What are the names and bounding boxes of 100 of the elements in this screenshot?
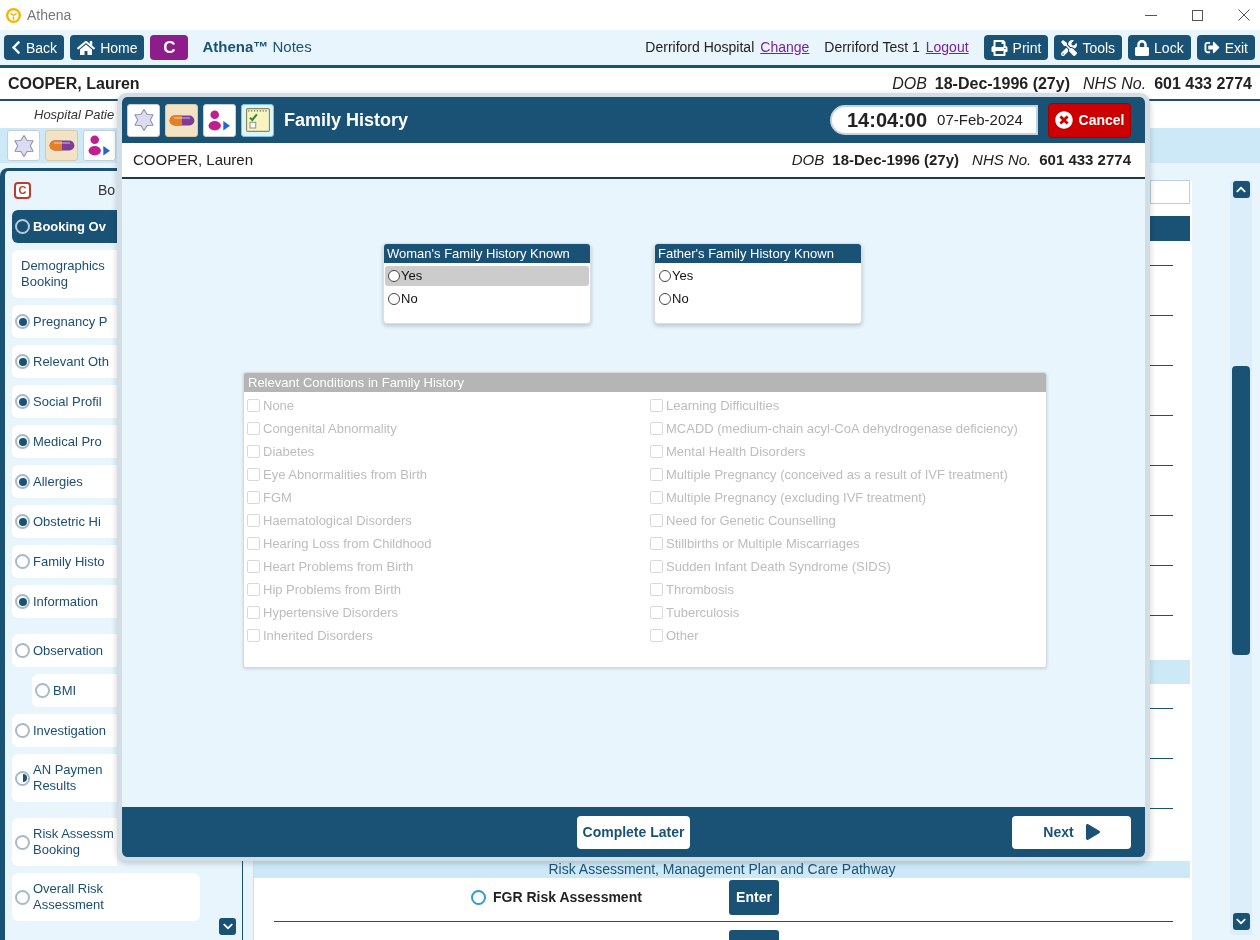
print-button[interactable]: Print <box>983 35 1049 60</box>
empty-radio-icon <box>35 683 50 698</box>
subheader-text: Hospital Patie <box>34 105 115 124</box>
radio-option[interactable]: No <box>656 289 860 309</box>
radio-option[interactable]: Yes <box>656 266 860 286</box>
sidebar-item[interactable]: Risk Assessm Booking <box>12 818 117 866</box>
dob-value: 18-Dec-1996 (27y) <box>832 151 960 169</box>
sidebar-item[interactable]: Medical Pro <box>12 425 117 458</box>
play-icon <box>1085 824 1100 840</box>
sidebar-item[interactable]: Social Profil <box>12 385 117 418</box>
notepad-button[interactable] <box>241 103 274 137</box>
home-icon <box>77 39 96 56</box>
sidebar-item[interactable]: BMI <box>32 674 117 707</box>
empty-radio-icon <box>15 554 30 569</box>
window-title: Athena <box>27 5 72 25</box>
logout-link[interactable]: Logout <box>925 37 969 58</box>
nhs-number: 601 433 2774 <box>1154 74 1252 93</box>
scrollbar-thumb[interactable] <box>1232 366 1250 655</box>
minimize-icon[interactable] <box>1145 14 1157 16</box>
dob-value: 18-Dec-1996 (27y) <box>934 74 1070 93</box>
person-button[interactable] <box>203 103 236 137</box>
close-icon[interactable] <box>1238 9 1250 21</box>
section-header-bar: Risk Assessment, Management Plan and Care Pathway <box>254 861 1190 878</box>
sidebar-item[interactable]: Family Histo <box>12 545 117 578</box>
maximize-icon[interactable] <box>1192 9 1203 21</box>
filled-radio-icon <box>15 474 30 489</box>
nhs-label: NHS No. <box>972 151 1032 169</box>
chevron-left-icon <box>11 40 21 55</box>
sidebar-item[interactable]: Observation <box>12 634 117 667</box>
person-button[interactable] <box>83 130 116 161</box>
radio-option[interactable]: Yes <box>385 266 589 286</box>
sidebar-item[interactable]: Booking Ov <box>12 210 117 243</box>
star-icon <box>13 134 34 157</box>
cancel-button[interactable]: Cancel <box>1048 102 1131 138</box>
user-name: Derriford Test 1 <box>824 38 920 57</box>
sidebar-item[interactable]: Overall Risk Assessment <box>12 873 200 921</box>
star-button[interactable] <box>127 103 160 137</box>
tools-button[interactable]: Tools <box>1054 35 1123 60</box>
patient-name: COOPER, Lauren <box>133 151 254 169</box>
module-button[interactable]: C <box>150 35 189 60</box>
back-button[interactable]: Back <box>4 35 65 60</box>
chevron-up-icon <box>1236 184 1246 195</box>
printer-icon <box>990 39 1008 56</box>
nhs-number: 601 433 2774 <box>1039 151 1131 169</box>
next-button[interactable]: Next <box>1012 815 1131 849</box>
empty-radio-icon <box>15 889 30 905</box>
date-text: 07-Feb-2024 <box>937 111 1023 129</box>
pill-icon <box>168 114 195 126</box>
sidebar-item[interactable]: Allergies <box>12 465 117 498</box>
nhs-label: NHS No. <box>1083 74 1147 93</box>
sidebar-item[interactable]: Demographics Booking <box>12 250 117 298</box>
chevron-down-icon <box>222 921 233 932</box>
filled-radio-icon <box>15 434 30 449</box>
tools-icon <box>1061 39 1078 56</box>
logo-icon <box>6 7 21 23</box>
exit-button[interactable]: Exit <box>1196 35 1255 60</box>
conditions-title: Relevant Conditions in Family History <box>244 373 1046 392</box>
question-title: Woman's Family History Known <box>384 244 590 263</box>
person-arrow-icon <box>88 135 111 156</box>
pill-icon <box>48 140 75 151</box>
filled-radio-icon <box>15 594 30 609</box>
lock-button[interactable]: Lock <box>1128 35 1191 60</box>
empty-radio-icon <box>15 643 30 658</box>
home-button[interactable]: Home <box>70 35 145 60</box>
panel-title: Bo <box>98 181 116 200</box>
app-title: Athena™ Notes <box>202 37 312 58</box>
person-arrow-icon <box>208 109 231 131</box>
star-button[interactable] <box>7 130 40 161</box>
half-filled-radio-icon <box>15 770 30 786</box>
filled-radio-icon <box>15 514 30 529</box>
sidebar-item[interactable]: Obstetric Hi <box>12 505 117 538</box>
chevron-down-icon <box>1236 916 1246 927</box>
empty-radio-icon <box>15 834 30 850</box>
pill-button[interactable] <box>45 130 78 161</box>
scroll-down-button[interactable] <box>219 918 236 935</box>
sidebar-item[interactable]: Relevant Oth <box>12 345 117 378</box>
question-title: Father's Family History Known <box>655 244 861 263</box>
dialog-title: Family History <box>284 108 409 132</box>
radio-option[interactable]: No <box>385 289 589 309</box>
sidebar-item[interactable]: Pregnancy P <box>12 305 117 338</box>
row-label: FGR Risk Assessment <box>493 887 643 907</box>
dob-label: DOB <box>892 74 927 93</box>
dob-label: DOB <box>791 151 825 169</box>
scroll-up-button[interactable] <box>1232 181 1250 198</box>
filled-radio-icon <box>15 314 30 329</box>
pill-button[interactable] <box>165 103 198 137</box>
change-link[interactable]: Change <box>760 37 810 58</box>
empty-radio-icon <box>471 889 486 905</box>
scroll-down-button[interactable] <box>1232 913 1250 930</box>
enter-button[interactable]: Enter <box>729 879 779 915</box>
sidebar-item[interactable]: Information <box>12 585 117 618</box>
filled-radio-icon <box>15 354 30 369</box>
patient-name: COOPER, Lauren <box>8 74 140 93</box>
letter-badge: C <box>14 182 31 199</box>
complete-later-button[interactable]: Complete Later <box>577 815 690 849</box>
sidebar-item[interactable]: Investigation <box>12 714 117 747</box>
hospital-name: Derriford Hospital <box>645 38 755 57</box>
lock-icon <box>1135 39 1150 56</box>
sidebar-item[interactable]: AN Paymen Results <box>12 754 117 802</box>
empty-radio-icon <box>15 219 30 234</box>
